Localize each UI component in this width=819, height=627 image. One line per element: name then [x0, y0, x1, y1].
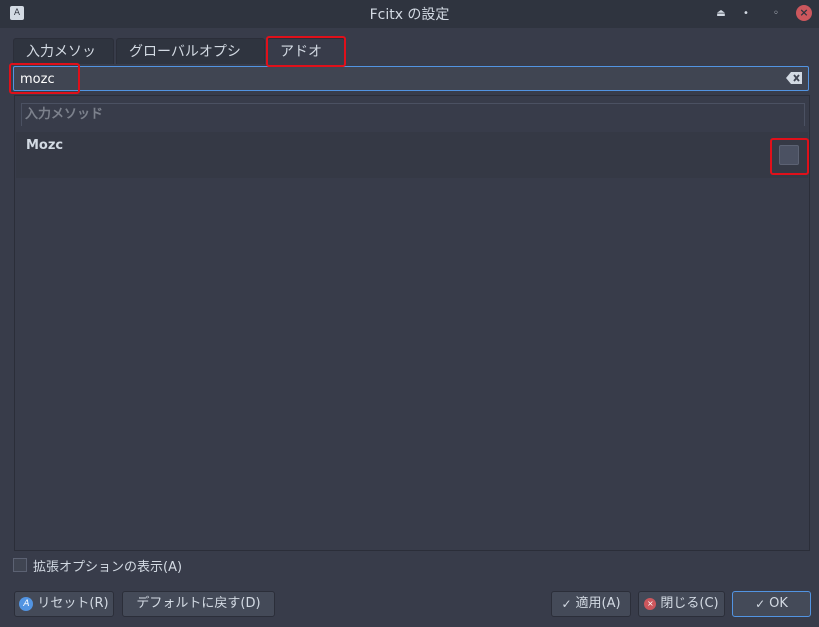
reset-label: リセット(R): [37, 596, 109, 611]
list-item[interactable]: Mozc: [16, 132, 808, 178]
advanced-option-label: 拡張オプションの表示(A): [33, 559, 183, 575]
group-header: 入力メソッド: [21, 103, 805, 126]
keep-above-icon[interactable]: ⏏: [713, 6, 729, 22]
tab-input-method[interactable]: 入力メソッド: [13, 38, 114, 86]
advanced-option-row[interactable]: 拡張オプションの表示(A): [13, 552, 810, 578]
addon-list: 入力メソッド Mozc: [14, 95, 810, 551]
clear-search-icon[interactable]: [786, 72, 802, 84]
close-window-icon[interactable]: ×: [796, 5, 812, 21]
close-button[interactable]: × 閉じる(C): [638, 591, 725, 617]
highlight-addons-tab: [266, 36, 346, 67]
search-box: [13, 66, 809, 91]
apply-label: 適用(A): [575, 596, 621, 611]
list-item-label: Mozc: [26, 138, 64, 153]
close-icon: ×: [644, 598, 657, 610]
apply-button[interactable]: ✓ 適用(A): [551, 591, 631, 617]
reset-icon: A: [19, 597, 34, 611]
highlight-search-input: [9, 63, 80, 94]
fcitx-settings-window: A Fcitx の設定 ⏏ • ◦ × 入力メソッド グローバルオプション アド…: [0, 0, 819, 627]
check-icon: ✓: [755, 597, 766, 611]
ok-label: OK: [769, 596, 788, 611]
defaults-label: デフォルトに戻す(D): [136, 596, 261, 611]
app-icon: A: [10, 6, 24, 20]
reset-button[interactable]: A リセット(R): [14, 591, 114, 617]
ok-button[interactable]: ✓ OK: [732, 591, 811, 617]
minimize-icon[interactable]: •: [738, 6, 754, 22]
maximize-icon[interactable]: ◦: [768, 6, 784, 22]
title-bar: A Fcitx の設定 ⏏ • ◦ ×: [0, 0, 819, 28]
advanced-option-checkbox[interactable]: [13, 558, 27, 572]
close-label: 閉じる(C): [660, 596, 719, 611]
search-input[interactable]: [18, 69, 782, 90]
defaults-button[interactable]: デフォルトに戻す(D): [122, 591, 275, 617]
window-title: Fcitx の設定: [369, 7, 450, 23]
check-icon: ✓: [561, 597, 572, 611]
highlight-configure-button: [770, 138, 809, 175]
tab-global-options[interactable]: グローバルオプション: [116, 38, 265, 86]
